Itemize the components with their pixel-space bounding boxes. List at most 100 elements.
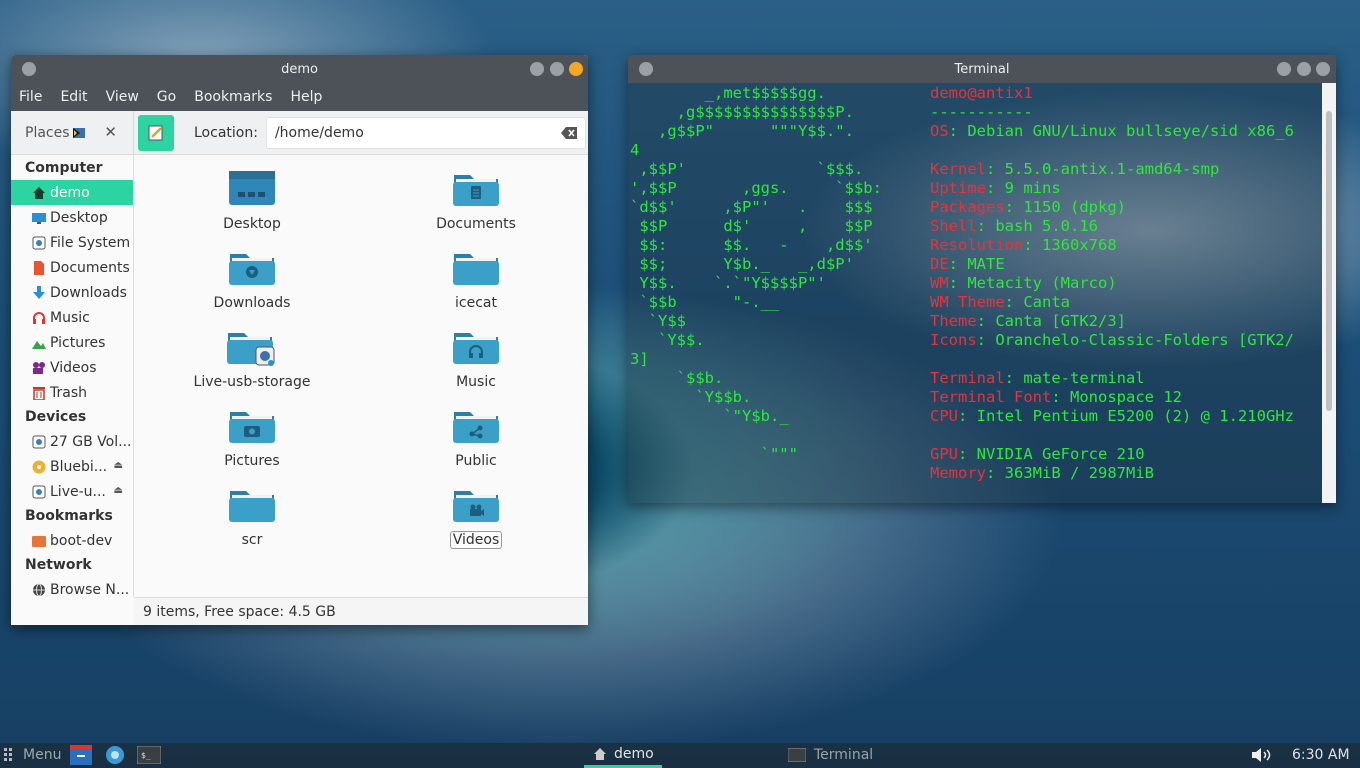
logo-line: $$P d$' , $$P <box>630 217 873 235</box>
terminal-titlebar[interactable]: Terminal <box>628 55 1336 83</box>
sidebar-item-videos[interactable]: Videos <box>11 355 133 380</box>
sidebar-item-label: 27 GB Vol... <box>50 433 132 450</box>
logo-line: `$$b "-.__ <box>630 293 780 311</box>
file-label: scr <box>241 532 263 548</box>
sidebar-item-music[interactable]: Music <box>11 305 133 330</box>
places-dropdown-icon[interactable] <box>72 127 85 138</box>
terminal-launcher[interactable]: $_ <box>137 746 161 764</box>
menu-bookmarks[interactable]: Bookmarks <box>194 89 272 105</box>
location-input[interactable]: /home/demo <box>265 116 586 149</box>
sidebar-item-pictures[interactable]: Pictures <box>11 330 133 355</box>
terminal-window-title: Terminal <box>954 61 1010 77</box>
pictures-folder-icon <box>229 412 275 443</box>
sidebar-item-label: Downloads <box>50 284 127 301</box>
file-label: Videos <box>449 531 503 549</box>
eject-icon[interactable]: ⏏ <box>114 485 123 496</box>
downloads-folder-icon <box>229 254 275 285</box>
close-button[interactable] <box>569 62 583 76</box>
file-item-icecat[interactable]: icecat <box>396 246 556 311</box>
info-key: Terminal <box>930 369 1005 387</box>
music-folder-icon <box>453 333 499 364</box>
sidebar-item-label: File System <box>50 234 131 251</box>
sidebar-item-label: Desktop <box>50 209 108 226</box>
disc-icon <box>32 460 46 473</box>
distro-ascii-logo: _,met$$$$$gg. ,g$$$$$$$$$$$$$$$P. ,g$$P"… <box>630 84 882 464</box>
menu-file[interactable]: File <box>19 89 42 105</box>
volume-control[interactable] <box>1252 747 1272 763</box>
sidebar-item-boot-dev[interactable]: boot-dev <box>11 528 133 553</box>
file-icon-view[interactable]: Desktop Documents Downloads icecat Live-… <box>134 155 588 597</box>
file-item-documents[interactable]: Documents <box>396 167 556 232</box>
sidebar-item-browse-network[interactable]: Browse N... <box>11 577 133 602</box>
file-label: Live-usb-storage <box>193 374 311 390</box>
file-label: Music <box>456 374 496 390</box>
logo-line: `d$$' ,$P"' . $$$ <box>630 198 873 216</box>
home-icon <box>594 748 606 760</box>
file-item-desktop[interactable]: Desktop <box>172 167 332 232</box>
info-key: Packages <box>930 198 1005 216</box>
terminal-output[interactable]: _,met$$$$$gg. ,g$$$$$$$$$$$$$$$P. ,g$$P"… <box>628 83 1336 503</box>
close-side-pane-icon[interactable]: ✕ <box>104 123 117 141</box>
info-value: NVIDIA GeForce 210 <box>976 445 1145 463</box>
maximize-button[interactable] <box>1297 62 1311 76</box>
sidebar-item-bluebird[interactable]: Bluebi... ⏏ <box>11 454 133 479</box>
eject-icon[interactable]: ⏏ <box>114 460 123 471</box>
sidebar-item-27gb-volume[interactable]: 27 GB Vol... <box>11 429 133 454</box>
document-icon <box>34 260 44 275</box>
file-item-public[interactable]: Public <box>396 404 556 469</box>
info-row-memory: Memory: 363MiB / 2987MiB <box>930 464 1154 482</box>
separator-line: ----------- <box>930 103 1033 121</box>
menu-view[interactable]: View <box>106 89 139 105</box>
side-pane-selector[interactable]: Places ✕ <box>11 110 134 155</box>
sidebar-item-desktop[interactable]: Desktop <box>11 205 133 230</box>
videos-folder-icon <box>453 491 499 522</box>
close-button[interactable] <box>1316 62 1330 76</box>
system-info: demo@antix1 ----------- OS: Debian GNU/L… <box>930 84 1294 483</box>
window-menu-button[interactable] <box>639 62 653 76</box>
file-item-downloads[interactable]: Downloads <box>172 246 332 311</box>
info-value: 1150 (dpkg) <box>1023 198 1126 216</box>
sidebar-item-trash[interactable]: Trash <box>11 380 133 405</box>
location-value: /home/demo <box>274 124 364 141</box>
task-button-terminal[interactable]: Terminal <box>788 747 873 763</box>
volume-icon <box>1252 748 1271 762</box>
sidebar-item-live-usb[interactable]: Live-u... ⏏ <box>11 479 133 504</box>
info-key: Shell <box>930 217 977 235</box>
minimize-button[interactable] <box>530 62 544 76</box>
menu-grid-icon <box>4 748 12 761</box>
minimize-button[interactable] <box>1277 62 1291 76</box>
maximize-button[interactable] <box>550 62 564 76</box>
folder-icon <box>453 254 499 285</box>
terminal-icon <box>788 748 806 762</box>
show-desktop-launcher[interactable] <box>70 745 92 765</box>
clock[interactable]: 6:30 AM <box>1292 747 1350 763</box>
file-item-pictures[interactable]: Pictures <box>172 404 332 469</box>
main-menu-button[interactable]: Menu <box>4 747 61 763</box>
location-label: Location: <box>194 124 258 141</box>
file-item-live-usb-storage[interactable]: Live-usb-storage <box>172 325 332 390</box>
task-button-demo[interactable]: demo <box>584 743 662 768</box>
sidebar-item-demo[interactable]: demo <box>11 180 133 205</box>
web-browser-launcher[interactable] <box>104 745 126 765</box>
info-row-terminal: Terminal: mate-terminal <box>930 369 1145 387</box>
menu-help[interactable]: Help <box>290 89 322 105</box>
sidebar-item-label: Videos <box>50 359 97 376</box>
info-value: 363MiB / 2987MiB <box>1004 464 1154 482</box>
toggle-location-edit-button[interactable] <box>138 114 174 151</box>
file-item-scr[interactable]: scr <box>172 483 332 548</box>
info-row-shell: Shell: bash 5.0.16 <box>930 217 1098 235</box>
desktop-icon <box>32 212 46 224</box>
menu-go[interactable]: Go <box>157 89 176 105</box>
sidebar-item-file-system[interactable]: File System <box>11 230 133 255</box>
scrollbar-thumb[interactable] <box>1326 111 1332 411</box>
fm-titlebar[interactable]: demo <box>11 55 588 83</box>
sidebar-item-documents[interactable]: Documents <box>11 255 133 280</box>
clear-location-icon[interactable] <box>560 126 577 139</box>
file-item-music[interactable]: Music <box>396 325 556 390</box>
menu-edit[interactable]: Edit <box>60 89 87 105</box>
info-key: Resolution <box>930 236 1024 254</box>
window-menu-button[interactable] <box>22 62 36 76</box>
terminal-scrollbar[interactable] <box>1322 83 1336 503</box>
sidebar-item-downloads[interactable]: Downloads <box>11 280 133 305</box>
file-item-videos[interactable]: Videos <box>396 483 556 549</box>
